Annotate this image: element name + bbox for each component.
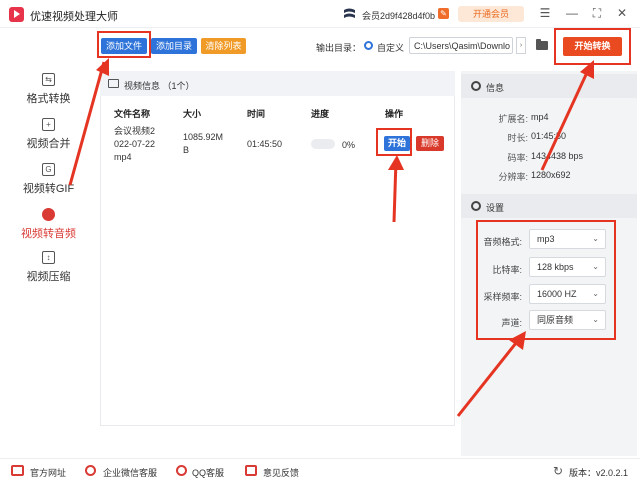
info-title: 信息	[486, 83, 505, 93]
info-value-extension: mp4	[531, 112, 549, 122]
minimize-icon[interactable]: —	[565, 6, 579, 20]
merge-icon: +	[42, 118, 55, 131]
folder-icon[interactable]	[536, 39, 548, 50]
custom-radio[interactable]	[364, 41, 373, 50]
video-info-icon	[108, 79, 119, 88]
annotation-box-start-convert	[554, 28, 631, 65]
edit-icon[interactable]: ✎	[438, 8, 449, 19]
wechat-service-icon	[85, 465, 96, 476]
column-header-size: 大小	[183, 109, 202, 119]
app-title: 优速视频处理大师	[30, 11, 118, 23]
format-convert-icon: ⇆	[42, 73, 55, 86]
output-path-input[interactable]: C:\Users\Qasim\Downlo	[409, 37, 513, 54]
file-duration: 01:45:50	[247, 139, 283, 149]
file-name-line: 022-07-22	[114, 139, 156, 149]
info-value-bitrate: 1434438 bps	[531, 151, 584, 161]
footer-qq-link[interactable]: QQ客服	[192, 466, 224, 479]
row-delete-button[interactable]: 删除	[416, 136, 444, 151]
version-label: 版本：v2.0.2.1	[569, 468, 629, 478]
clear-list-button[interactable]: 清除列表	[201, 38, 246, 54]
custom-radio-label: 自定义	[377, 43, 405, 53]
column-header-actions: 操作	[385, 109, 404, 119]
footer-wechat-link[interactable]: 企业微信客服	[103, 466, 157, 479]
gear-icon	[471, 81, 481, 91]
file-name-line: 会议视频2	[114, 126, 156, 136]
info-key-resolution: 分辨率:	[498, 172, 528, 182]
sidebar: ⇆ 格式转换 + 视频合并 G 视频转GIF 视频转音频 ↕ 视频压缩	[0, 28, 97, 458]
close-icon[interactable]: ✕	[615, 6, 629, 20]
audio-icon	[42, 208, 55, 221]
sidebar-item-audio[interactable]: 视频转音频	[0, 208, 97, 241]
qq-icon	[176, 465, 187, 476]
info-value-duration: 01:45:50	[531, 131, 567, 141]
sidebar-item-format-convert[interactable]: ⇆ 格式转换	[0, 73, 97, 106]
menu-icon[interactable]: ☰	[538, 6, 552, 20]
sidebar-item-label: 视频转GIF	[22, 183, 75, 195]
gear-icon	[471, 201, 481, 211]
member-id: 会员2d9f428d4f0b	[362, 11, 436, 21]
column-header-time: 时间	[247, 109, 266, 119]
member-icon	[344, 8, 355, 18]
path-scroll-handle[interactable]: ›	[516, 37, 526, 54]
file-list-title: 视频信息 （1个）	[124, 81, 195, 91]
feedback-icon	[245, 465, 257, 476]
app-logo-icon	[9, 7, 24, 22]
sidebar-item-label: 视频转音频	[21, 228, 76, 240]
gif-icon: G	[42, 163, 55, 176]
progress-percent: 0%	[342, 140, 356, 150]
compress-icon: ↕	[42, 251, 55, 264]
footer	[0, 458, 640, 486]
vip-button[interactable]: 开通会员	[458, 6, 524, 22]
vip-label: 开通会员	[472, 9, 509, 19]
website-icon	[11, 465, 24, 476]
sidebar-item-gif[interactable]: G 视频转GIF	[0, 163, 97, 196]
progress-bar	[311, 139, 335, 149]
info-key-bitrate: 码率:	[507, 153, 528, 163]
output-dir-label: 输出目录：	[316, 43, 362, 53]
sidebar-item-compress[interactable]: ↕ 视频压缩	[0, 251, 97, 284]
annotation-box-settings	[476, 220, 616, 340]
file-size-line: 1085.92M	[183, 132, 224, 142]
file-name: 会议视频2 022-07-22 mp4	[114, 125, 155, 164]
column-header-progress: 进度	[311, 109, 330, 119]
add-directory-button[interactable]: 添加目录	[151, 38, 197, 54]
settings-title: 设置	[486, 203, 505, 213]
refresh-icon: ↻	[553, 464, 564, 478]
file-size-line: B	[183, 145, 190, 155]
sidebar-item-label: 格式转换	[26, 93, 71, 105]
info-key-extension: 扩展名:	[498, 114, 528, 124]
sidebar-item-label: 视频合并	[26, 138, 71, 150]
file-name-line: mp4	[114, 152, 132, 162]
footer-feedback-link[interactable]: 意见反馈	[263, 466, 299, 479]
info-key-duration: 时长:	[507, 133, 528, 143]
sidebar-item-label: 视频压缩	[26, 271, 71, 283]
column-header-name: 文件名称	[114, 109, 151, 119]
annotation-box-row-start	[376, 128, 412, 156]
info-value-resolution: 1280x692	[531, 170, 571, 180]
footer-website-link[interactable]: 官方网址	[30, 466, 66, 479]
annotation-box-add-file	[97, 31, 151, 58]
maximize-icon[interactable]: ⛶	[590, 6, 604, 20]
file-size: 1085.92M B	[183, 131, 223, 157]
sidebar-item-merge[interactable]: + 视频合并	[0, 118, 97, 151]
